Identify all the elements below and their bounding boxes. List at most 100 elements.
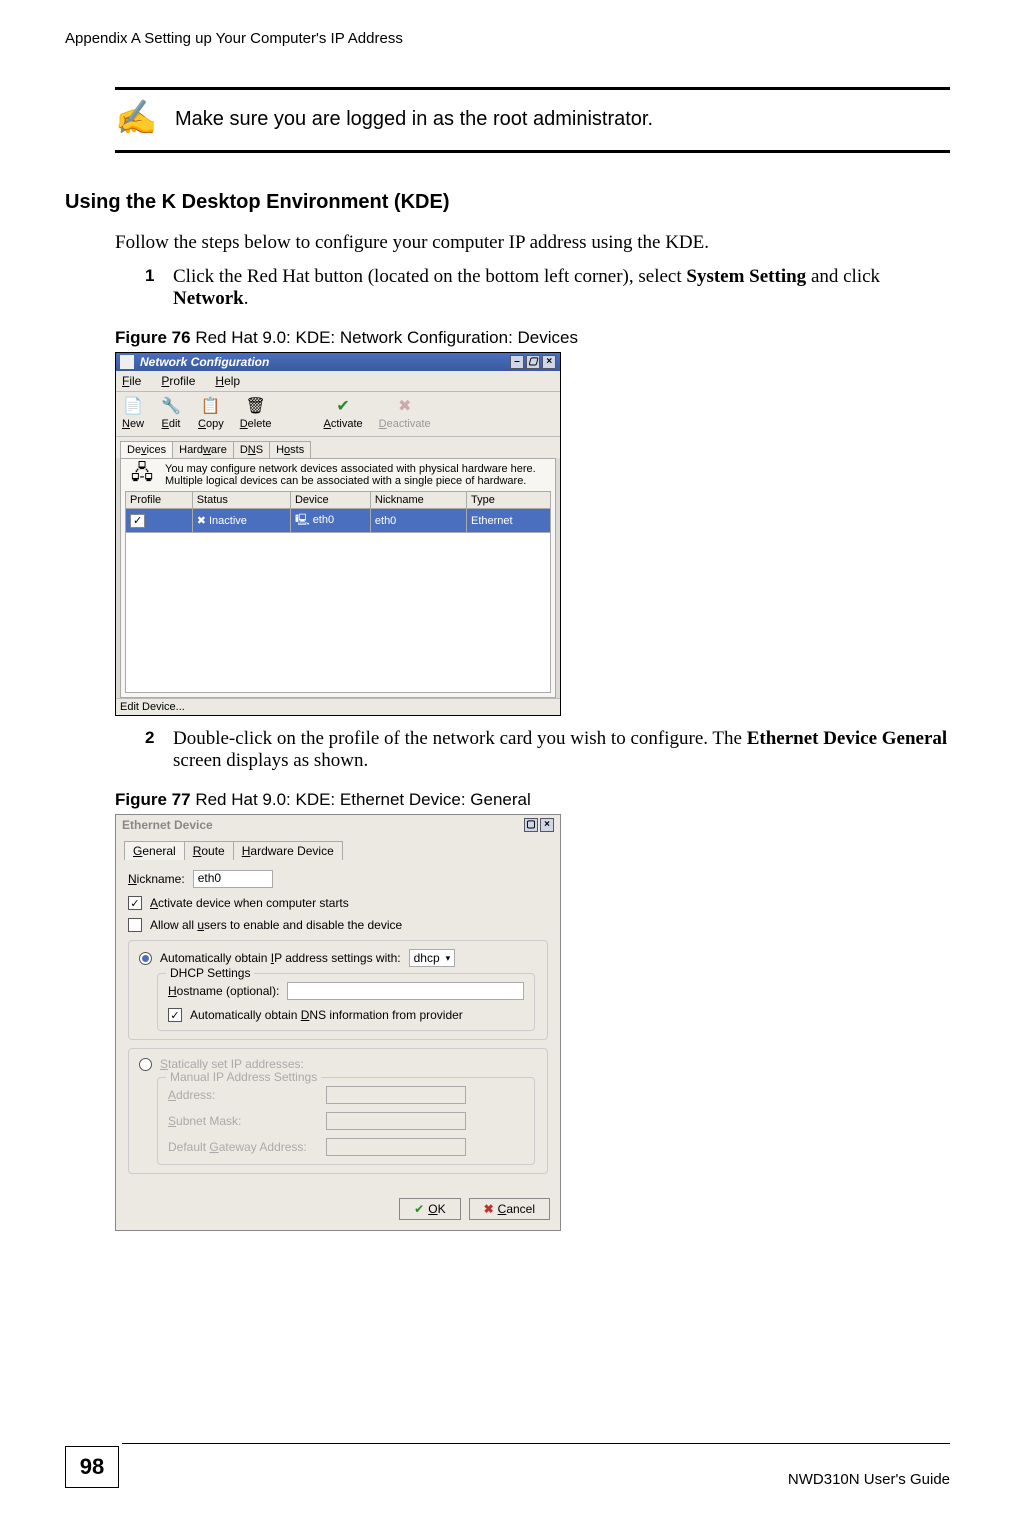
network-icon: 🖧	[125, 463, 159, 487]
allow-users-checkbox[interactable]	[128, 918, 142, 932]
intro-text: Follow the steps below to configure your…	[115, 232, 950, 254]
col-nickname[interactable]: Nickname	[370, 492, 466, 509]
dhcp-group-legend: DHCP Settings	[166, 966, 254, 980]
statusbar: Edit Device...	[116, 698, 560, 715]
tab-general[interactable]: General	[124, 841, 185, 860]
tab-hardware[interactable]: Hardware	[172, 441, 234, 458]
nickname-input[interactable]: eth0	[193, 870, 273, 888]
hostname-input[interactable]	[287, 982, 524, 1000]
general-panel: Nickname: eth0 ✓ Activate device when co…	[116, 860, 560, 1192]
menu-profile[interactable]: Profile	[161, 374, 195, 388]
auto-ip-label: Automatically obtain IP address settings…	[160, 951, 401, 965]
toolbar-copy[interactable]: 📋Copy	[198, 396, 224, 430]
minimize-button[interactable]: –	[510, 355, 524, 369]
tabs-row: General Route Hardware Device	[116, 835, 560, 860]
toolbar-new[interactable]: 📄New	[122, 396, 144, 430]
auto-dns-label: Automatically obtain DNS information fro…	[190, 1008, 463, 1022]
hand-writing-icon: ✍	[115, 102, 175, 136]
dialog-button-row: ✔OK ✖Cancel	[116, 1192, 560, 1230]
maximize-button[interactable]: ▢	[524, 818, 538, 832]
col-device[interactable]: Device	[290, 492, 370, 509]
tab-hardware-device[interactable]: Hardware Device	[233, 841, 343, 860]
tab-devices[interactable]: Devices	[120, 441, 173, 458]
gateway-input	[326, 1138, 466, 1156]
step2-bold: Ethernet Device General	[747, 728, 947, 749]
ok-button[interactable]: ✔OK	[399, 1198, 460, 1220]
device-text: eth0	[313, 514, 334, 526]
tab-hosts[interactable]: Hosts	[269, 441, 311, 458]
nickname-label: Nickname:	[128, 872, 185, 886]
note-block: ✍ Make sure you are logged in as the roo…	[115, 87, 950, 153]
activate-icon: ✔	[332, 396, 354, 416]
gateway-label: Default Gateway Address:	[168, 1140, 318, 1154]
cancel-button[interactable]: ✖Cancel	[469, 1198, 550, 1220]
hostname-label: Hostname (optional):	[168, 984, 279, 998]
step-2: 2 Double-click on the profile of the net…	[145, 728, 950, 772]
tabs-row: Devices Hardware DNS Hosts	[116, 437, 560, 458]
footer-guide-name: NWD310N User's Guide	[788, 1471, 950, 1488]
protocol-dropdown[interactable]: dhcp▾	[409, 949, 456, 967]
status-icon: ✖	[197, 515, 206, 527]
auto-dns-checkbox[interactable]: ✓	[168, 1008, 182, 1022]
col-profile[interactable]: Profile	[126, 492, 193, 509]
page-number: 98	[65, 1446, 119, 1488]
allow-users-label: Allow all users to enable and disable th…	[150, 918, 402, 932]
section-heading: Using the K Desktop Environment (KDE)	[65, 191, 950, 214]
menu-file[interactable]: File	[122, 374, 141, 388]
maximize-button[interactable]: ▢	[526, 355, 540, 369]
window-titlebar[interactable]: Network Configuration – ▢ ×	[116, 353, 560, 371]
toolbar-delete[interactable]: 🗑Delete	[240, 396, 272, 430]
toolbar-deactivate[interactable]: ✖Deactivate	[379, 396, 431, 430]
devices-panel: 🖧 You may configure network devices asso…	[120, 458, 556, 698]
figure-76-title: Red Hat 9.0: KDE: Network Configuration:…	[191, 328, 578, 347]
footer-rule	[122, 1443, 950, 1444]
window-title: Ethernet Device	[122, 818, 213, 832]
toolbar-edit[interactable]: 🔧Edit	[160, 396, 182, 430]
auto-ip-radio[interactable]	[139, 952, 152, 965]
subnet-label: Subnet Mask:	[168, 1114, 318, 1128]
step-number: 1	[145, 266, 173, 310]
nickname-text: eth0	[370, 509, 466, 533]
subnet-input	[326, 1112, 466, 1130]
window-titlebar[interactable]: Ethernet Device ▢ ×	[116, 815, 560, 835]
status-text: Inactive	[209, 515, 247, 527]
table-empty-area	[125, 533, 551, 693]
copy-icon: 📋	[200, 396, 222, 416]
devices-info-text: You may configure network devices associ…	[165, 463, 551, 487]
step1-bold-1: System Setting	[686, 266, 806, 287]
window-icon	[120, 355, 134, 369]
manual-group-legend: Manual IP Address Settings	[166, 1070, 321, 1084]
deactivate-icon: ✖	[394, 396, 416, 416]
address-input	[326, 1086, 466, 1104]
col-type[interactable]: Type	[467, 492, 551, 509]
step2-part-c: screen displays as shown.	[173, 750, 368, 771]
step1-part-c: and click	[806, 266, 880, 287]
window-title: Network Configuration	[140, 355, 269, 369]
figure-77-caption: Figure 77 Red Hat 9.0: KDE: Ethernet Dev…	[115, 790, 950, 810]
activate-label: Activate device when computer starts	[150, 896, 349, 910]
profile-checkbox[interactable]: ✓	[130, 514, 145, 528]
close-button[interactable]: ×	[540, 818, 554, 832]
toolbar-activate[interactable]: ✔Activate	[324, 396, 363, 430]
auto-ip-group: Automatically obtain IP address settings…	[128, 940, 548, 1040]
tab-route[interactable]: Route	[184, 841, 234, 860]
step-number: 2	[145, 728, 173, 772]
check-icon: ✔	[414, 1202, 424, 1216]
figure-77-title: Red Hat 9.0: KDE: Ethernet Device: Gener…	[191, 790, 531, 809]
manual-ip-group: Manual IP Address Settings Address: Subn…	[157, 1077, 535, 1165]
figure-77-num: Figure 77	[115, 790, 191, 809]
menu-help[interactable]: Help	[215, 374, 240, 388]
type-text: Ethernet	[467, 509, 551, 533]
page-header: Appendix A Setting up Your Computer's IP…	[65, 30, 950, 47]
close-button[interactable]: ×	[542, 355, 556, 369]
new-icon: 📄	[122, 396, 144, 416]
col-status[interactable]: Status	[192, 492, 290, 509]
tab-dns[interactable]: DNS	[233, 441, 270, 458]
edit-icon: 🔧	[160, 396, 182, 416]
static-ip-radio[interactable]	[139, 1058, 152, 1071]
device-table: Profile Status Device Nickname Type ✓ ✖ …	[125, 491, 551, 533]
step-content: Double-click on the profile of the netwo…	[173, 728, 950, 772]
device-row-eth0[interactable]: ✓ ✖ Inactive 🖳 eth0 eth0 Ethernet	[126, 509, 551, 533]
address-label: Address:	[168, 1088, 318, 1102]
activate-checkbox[interactable]: ✓	[128, 896, 142, 910]
